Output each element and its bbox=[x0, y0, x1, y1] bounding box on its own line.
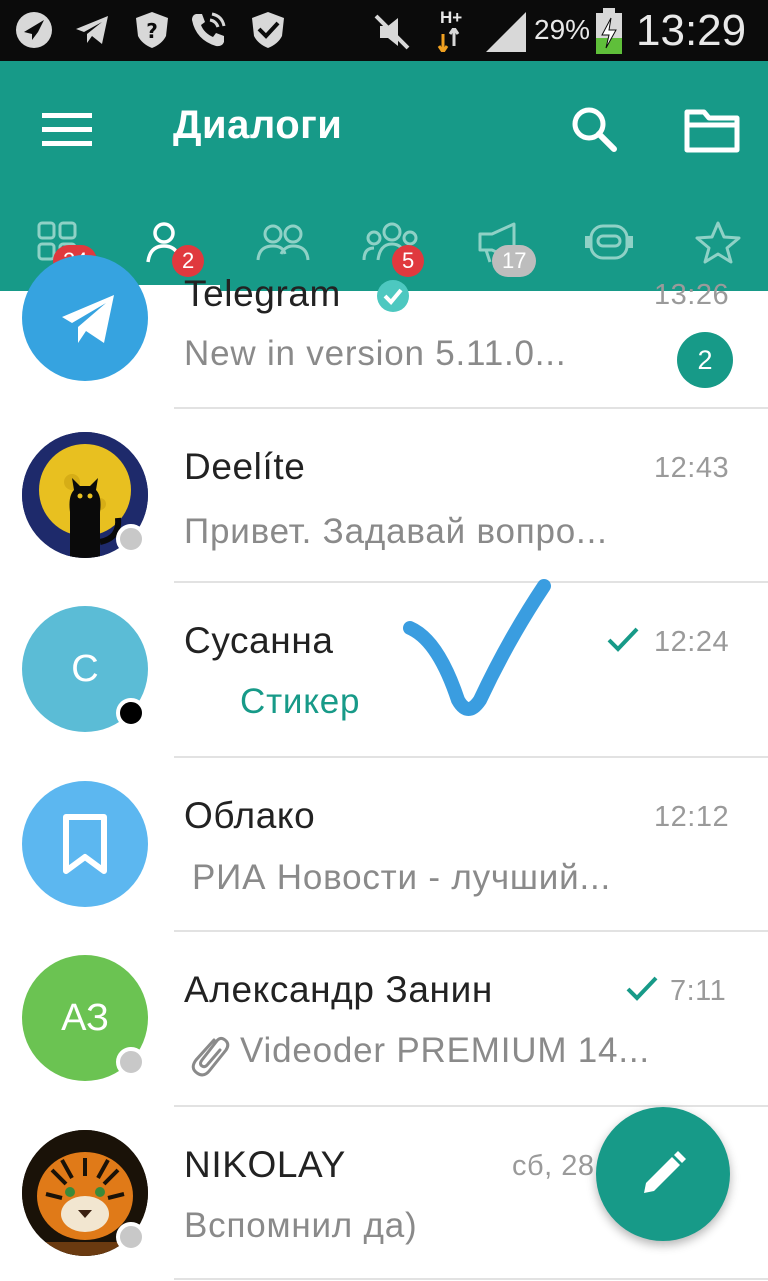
chat-name: Александр Занин bbox=[184, 969, 493, 1010]
telegram-avatar bbox=[22, 255, 148, 381]
shield-check-icon bbox=[252, 12, 284, 48]
telegram-notification-icon bbox=[76, 16, 108, 44]
phone-call-icon bbox=[192, 12, 226, 47]
chat-time: 7:11 bbox=[670, 975, 727, 1007]
chat-preview: New in version 5.11.0... bbox=[184, 334, 567, 373]
read-check-icon bbox=[607, 627, 639, 652]
network-type: H+ bbox=[440, 8, 463, 27]
status-dot bbox=[116, 1222, 146, 1252]
status-dot bbox=[116, 1047, 146, 1077]
paperclip-icon bbox=[191, 1036, 230, 1077]
battery-charging-icon bbox=[596, 8, 622, 54]
chat-preview: Вспомнил да) bbox=[184, 1206, 418, 1245]
status-dot bbox=[116, 524, 146, 554]
chat-name: NIKOLAY bbox=[184, 1144, 346, 1185]
chat-name: Облако bbox=[184, 795, 316, 836]
chat-time: 12:43 bbox=[654, 452, 730, 484]
verified-icon bbox=[377, 280, 409, 312]
saved-messages-avatar bbox=[22, 781, 148, 907]
battery-percent: 29% bbox=[534, 14, 591, 45]
data-arrows-icon bbox=[437, 28, 460, 52]
read-check-icon bbox=[626, 976, 658, 1001]
bird-notification-icon bbox=[16, 12, 52, 48]
chat-preview: РИА Новости - лучший... bbox=[192, 858, 612, 897]
menu-button[interactable] bbox=[40, 110, 94, 150]
chat-name: Сусанна bbox=[184, 620, 334, 661]
chat-name: Telegram bbox=[184, 273, 341, 314]
status-bar: ? H+ 29% 13:29 bbox=[0, 0, 768, 61]
folder-icon[interactable] bbox=[682, 103, 742, 157]
bookmark-icon bbox=[63, 814, 107, 874]
shield-question-icon: ? bbox=[136, 12, 168, 48]
chat-row-telegram[interactable]: Telegram 13:26 New in version 5.11.0... … bbox=[0, 235, 768, 410]
page-title: Диалоги bbox=[173, 103, 343, 147]
chat-preview: Привет. Задавай вопро... bbox=[184, 512, 608, 551]
clock: 13:29 bbox=[636, 6, 747, 55]
chat-row-susanna[interactable]: С Сусанна 12:24 Стикер bbox=[0, 582, 768, 757]
chat-time: 12:12 bbox=[654, 801, 730, 833]
chat-preview: Videoder PREMIUM 14... bbox=[240, 1031, 650, 1070]
pencil-icon bbox=[644, 1151, 686, 1193]
signal-icon bbox=[486, 12, 526, 52]
search-icon[interactable] bbox=[568, 103, 622, 157]
chat-time: сб, 28 bbox=[512, 1150, 595, 1182]
compose-button[interactable] bbox=[596, 1107, 730, 1241]
chat-preview: Стикер bbox=[240, 682, 361, 721]
chat-time: 12:24 bbox=[654, 626, 730, 658]
chat-time: 13:26 bbox=[654, 279, 730, 311]
chat-row-deelite[interactable]: Deelíte 12:43 Привет. Задавай вопро... bbox=[0, 408, 768, 583]
telegram-logo-icon bbox=[62, 295, 114, 343]
unread-badge: 2 bbox=[677, 332, 733, 388]
status-dot bbox=[116, 698, 146, 728]
svg-text:?: ? bbox=[146, 19, 158, 43]
chat-name: Deelíte bbox=[184, 446, 306, 487]
chat-row-alexander[interactable]: АЗ Александр Занин 7:11 Videoder PREMIUM… bbox=[0, 931, 768, 1106]
chat-row-cloud[interactable]: Облако 12:12 РИА Новости - лучший... bbox=[0, 757, 768, 932]
mute-icon bbox=[374, 14, 410, 50]
